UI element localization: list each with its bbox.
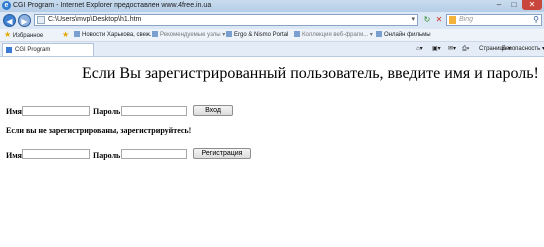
stop-icon[interactable]: ✕ xyxy=(433,14,445,26)
tab-label: CGI Program xyxy=(15,47,51,53)
close-button[interactable]: ✕ xyxy=(522,0,542,10)
address-toolbar: ◀ ▶ C:\Users\mvp\Desktop\h1.htm ▾ ↻ ✕ Bi… xyxy=(0,12,544,29)
feeds-icon[interactable]: ▣▾ xyxy=(432,42,441,56)
page-heading: Если Вы зарегистрированный пользователь,… xyxy=(82,65,539,82)
internet-explorer-icon: e xyxy=(2,1,11,10)
register-password-input[interactable] xyxy=(121,149,187,159)
register-name-input[interactable] xyxy=(22,149,90,159)
favorite-link-suggested-sites[interactable]: Рекомендуемые узлы ▾ xyxy=(152,29,225,41)
favorite-link-news[interactable]: Новости Харькова, свеж... xyxy=(74,29,155,41)
register-note: Если вы не зарегистрированы, зарегистрир… xyxy=(6,126,192,135)
window-title: CGI Program - Internet Explorer предоста… xyxy=(13,2,212,9)
minimize-button[interactable]: – xyxy=(492,0,506,10)
login-button[interactable]: Вход xyxy=(193,105,233,116)
bing-icon xyxy=(449,16,456,24)
safety-menu[interactable]: Безопасность ▾ xyxy=(502,42,544,56)
forward-button[interactable]: ▶ xyxy=(18,14,31,27)
refresh-icon[interactable]: ↻ xyxy=(421,14,433,26)
address-url: C:\Users\mvp\Desktop\h1.htm xyxy=(48,16,142,23)
star-icon: ★ xyxy=(4,30,12,39)
favorite-link-online-films[interactable]: Онлайн фильмы xyxy=(376,29,431,41)
login-password-label: Пароль xyxy=(93,107,121,116)
address-dropdown-icon[interactable]: ▾ xyxy=(411,15,415,25)
search-icon[interactable]: ⚲ xyxy=(533,15,539,25)
favorite-link-ergo-nismo[interactable]: Ergo & Nismo Portal xyxy=(226,29,288,41)
login-name-input[interactable] xyxy=(22,106,90,116)
favorites-bar: ★ Избранное ★ Новости Харькова, свеж... … xyxy=(0,29,544,42)
register-password-label: Пароль xyxy=(93,151,121,160)
favorite-link-web-slice-gallery[interactable]: Коллекция веб-фрагм... ▾ xyxy=(294,29,373,41)
register-name-label: Имя xyxy=(6,151,22,160)
page-content: Если Вы зарегистрированный пользователь,… xyxy=(0,57,544,247)
page-icon xyxy=(37,16,45,24)
add-favorite-icon[interactable]: ★ xyxy=(62,29,69,42)
login-name-label: Имя xyxy=(6,107,22,116)
search-input[interactable]: Bing ⚲ xyxy=(446,14,542,26)
tab-bar: CGI Program ⌂▾ ▣▾ ✉▾ ⎙▾ Страница ▾ Безоп… xyxy=(0,42,544,57)
favorites-button[interactable]: ★ Избранное xyxy=(4,29,43,42)
back-button[interactable]: ◀ xyxy=(3,14,16,27)
tab-cgi-program[interactable]: CGI Program xyxy=(2,43,94,56)
register-button[interactable]: Регистрация xyxy=(193,148,251,159)
print-icon[interactable]: ⎙▾ xyxy=(462,42,469,56)
mail-icon[interactable]: ✉▾ xyxy=(448,42,456,56)
page-icon xyxy=(6,47,12,53)
address-field[interactable]: C:\Users\mvp\Desktop\h1.htm ▾ xyxy=(34,14,418,26)
maximize-button[interactable]: □ xyxy=(507,0,521,10)
search-placeholder: Bing xyxy=(459,16,474,23)
home-icon[interactable]: ⌂▾ xyxy=(416,42,423,56)
login-password-input[interactable] xyxy=(121,106,187,116)
